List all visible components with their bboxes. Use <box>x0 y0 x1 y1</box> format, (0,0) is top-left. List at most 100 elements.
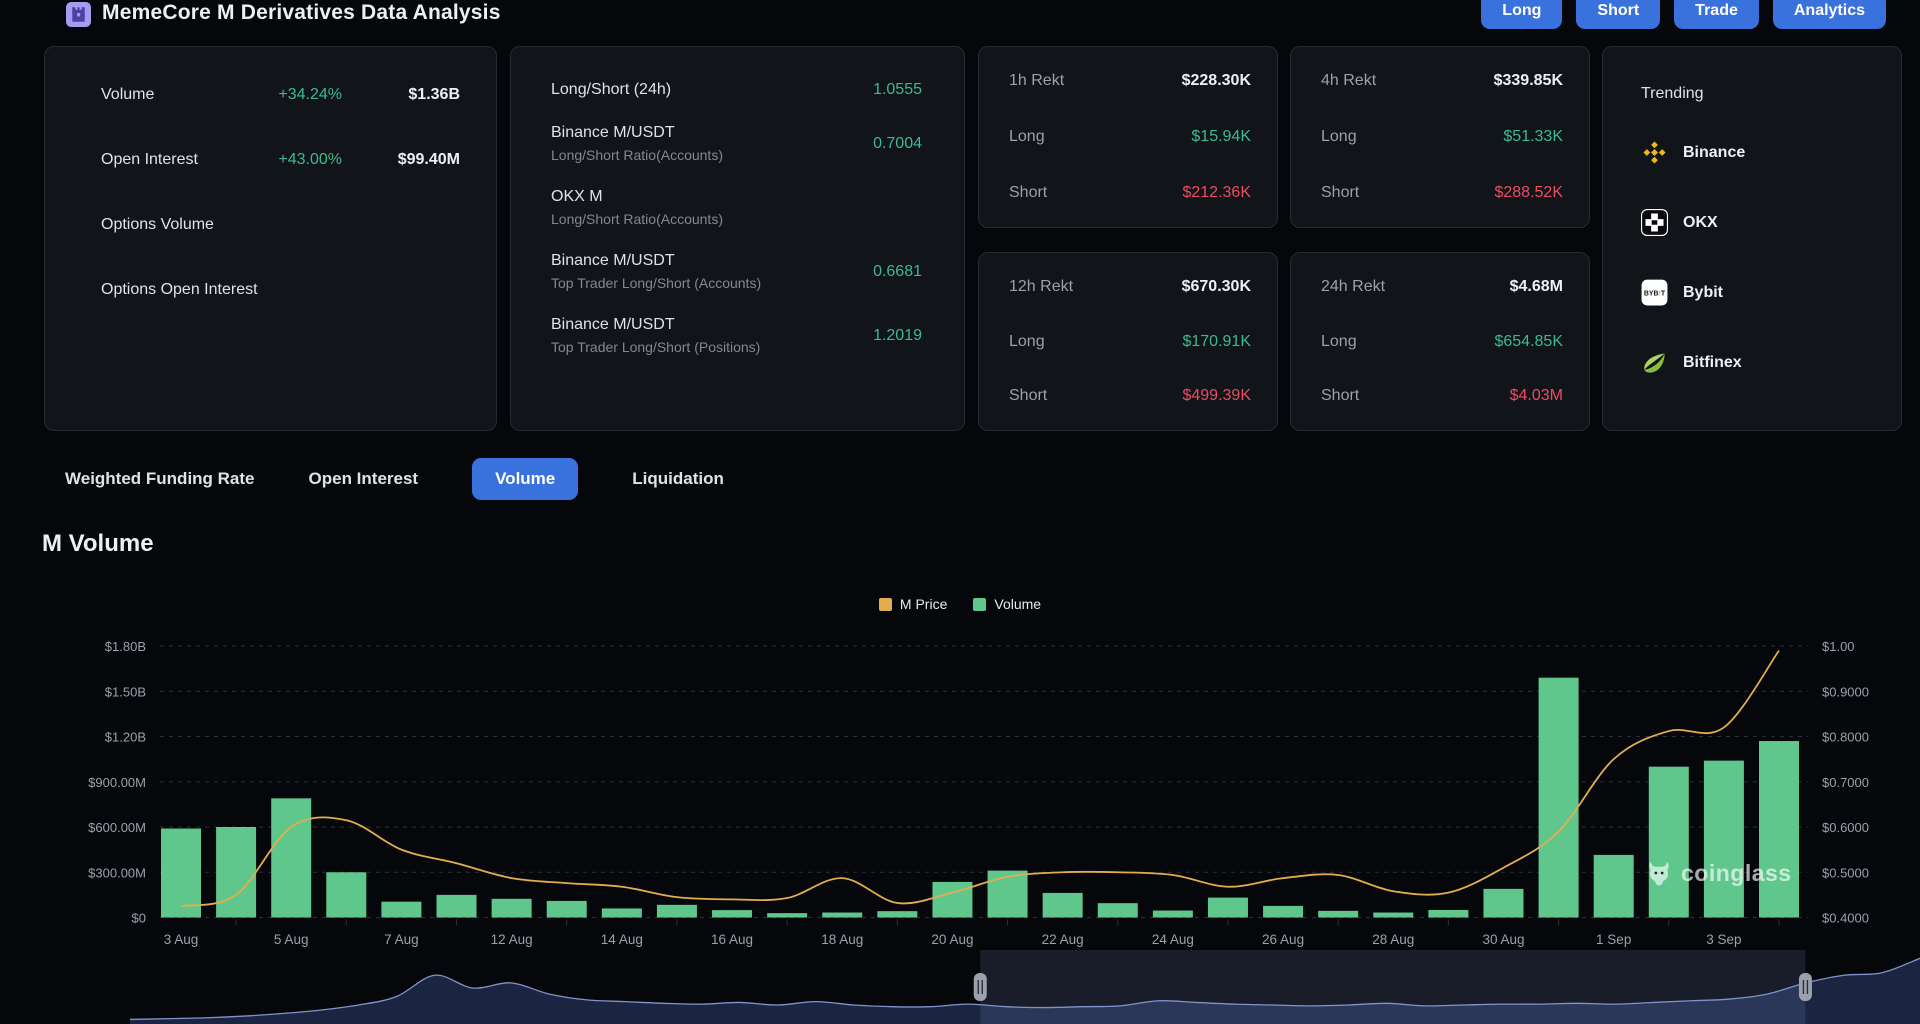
volume-bar <box>1153 911 1193 918</box>
rekt-panel-4h: 4h Rekt$339.85K Long$51.33K Short$288.52… <box>1290 46 1590 228</box>
volume-bar <box>1263 906 1303 918</box>
page-title: MemeCore M Derivatives Data Analysis <box>102 1 501 25</box>
volume-bar <box>1594 855 1634 918</box>
svg-text:$0: $0 <box>132 911 146 926</box>
stat-row-options-volume[interactable]: Options Volume <box>101 216 460 234</box>
volume-bar <box>1043 893 1083 918</box>
volume-bar <box>1759 741 1799 917</box>
stat-change: +43.00% <box>278 151 342 169</box>
trending-item-label: Bitfinex <box>1683 354 1742 372</box>
volume-bar <box>1428 910 1468 918</box>
tab-volume[interactable]: Volume <box>472 458 578 500</box>
tab-open-interest[interactable]: Open Interest <box>309 469 419 489</box>
svg-text:$600.00M: $600.00M <box>88 820 146 835</box>
ratio-title: OKX M <box>551 188 723 206</box>
navigator-handle-right[interactable] <box>1799 973 1812 1001</box>
rekt-panel-1h: 1h Rekt$228.30K Long$15.94K Short$212.36… <box>978 46 1278 228</box>
svg-text:12 Aug: 12 Aug <box>491 932 533 947</box>
rekt-title: 4h Rekt <box>1321 72 1376 90</box>
ratio-title: Binance M/USDT <box>551 252 761 270</box>
volume-bar <box>1704 761 1744 918</box>
stat-row-volume[interactable]: Volume +34.24% $1.36B <box>101 86 460 104</box>
volume-bar <box>326 872 366 917</box>
volume-bar <box>1649 767 1689 918</box>
stat-row-options-open-interest[interactable]: Options Open Interest <box>101 281 460 299</box>
trade-button[interactable]: Trade <box>1674 0 1759 29</box>
volume-bar <box>712 910 752 917</box>
volume-bar <box>492 899 532 918</box>
rekt-panel-12h: 12h Rekt$670.30K Long$170.91K Short$499.… <box>978 252 1278 431</box>
okx-icon <box>1641 209 1668 236</box>
page: MemeCore M Derivatives Data Analysis Lon… <box>0 0 1920 1024</box>
volume-bar <box>932 882 972 918</box>
volume-bar <box>381 902 421 918</box>
volume-bar <box>1539 678 1579 918</box>
ratio-subtitle: Top Trader Long/Short (Accounts) <box>551 275 761 291</box>
trending-item-bybit[interactable]: BYB!T Bybit <box>1641 279 1881 306</box>
ratio-value: 0.7004 <box>873 135 922 153</box>
volume-bar <box>1098 903 1138 917</box>
ratio-value: 1.0555 <box>873 81 922 99</box>
rekt-title: 1h Rekt <box>1009 72 1064 90</box>
svg-text:$0.5000: $0.5000 <box>1822 865 1869 880</box>
svg-text:7 Aug: 7 Aug <box>384 932 419 947</box>
volume-bar <box>437 895 477 918</box>
trending-item-okx[interactable]: OKX <box>1641 209 1881 236</box>
volume-bar <box>1318 911 1358 918</box>
volume-price-chart: $1.80B$1.00$1.50B$0.9000$1.20B$0.8000$90… <box>0 554 1920 1024</box>
svg-text:$0.9000: $0.9000 <box>1822 684 1869 699</box>
svg-text:18 Aug: 18 Aug <box>821 932 863 947</box>
trending-panel: Trending Binance <box>1602 46 1902 431</box>
ratio-row-toptrader-accounts[interactable]: Binance M/USDT Top Trader Long/Short (Ac… <box>551 252 922 291</box>
trending-item-label: Binance <box>1683 144 1745 162</box>
volume-bar <box>161 829 201 918</box>
memecore-castle-icon <box>66 2 91 27</box>
stat-label: Volume <box>101 86 278 104</box>
rekt-short-value: $212.36K <box>1182 184 1251 202</box>
trending-item-binance[interactable]: Binance <box>1641 139 1881 166</box>
volume-bar <box>657 905 697 918</box>
market-stats-panel: Volume +34.24% $1.36B Open Interest +43.… <box>44 46 497 431</box>
ratio-title: Long/Short (24h) <box>551 81 671 99</box>
ratio-title: Binance M/USDT <box>551 124 723 142</box>
tab-liquidation[interactable]: Liquidation <box>632 469 724 489</box>
ratio-subtitle: Top Trader Long/Short (Positions) <box>551 339 760 355</box>
stat-row-open-interest[interactable]: Open Interest +43.00% $99.40M <box>101 151 460 169</box>
navigator-handle-left[interactable] <box>974 973 987 1001</box>
rekt-total: $228.30K <box>1182 72 1251 90</box>
ratio-title: Binance M/USDT <box>551 316 760 334</box>
short-button[interactable]: Short <box>1576 0 1660 29</box>
ratio-row-okx-accounts[interactable]: OKX M Long/Short Ratio(Accounts) <box>551 188 922 227</box>
svg-text:$0.7000: $0.7000 <box>1822 775 1869 790</box>
stat-value: $1.36B <box>356 86 460 104</box>
ratio-row-binance-accounts[interactable]: Binance M/USDT Long/Short Ratio(Accounts… <box>551 124 922 163</box>
navigator-selection[interactable] <box>980 950 1805 1024</box>
volume-bar <box>547 901 587 918</box>
svg-text:$0.6000: $0.6000 <box>1822 820 1869 835</box>
svg-text:$0.8000: $0.8000 <box>1822 730 1869 745</box>
stat-value: $99.40M <box>356 151 460 169</box>
header: MemeCore M Derivatives Data Analysis Lon… <box>0 0 1920 34</box>
svg-text:22 Aug: 22 Aug <box>1042 932 1084 947</box>
rekt-total: $670.30K <box>1182 278 1251 296</box>
svg-text:$300.00M: $300.00M <box>88 865 146 880</box>
stat-label: Options Open Interest <box>101 281 342 299</box>
rekt-title: 12h Rekt <box>1009 278 1073 296</box>
volume-bar <box>822 913 862 918</box>
trending-item-bitfinex[interactable]: Bitfinex <box>1641 349 1881 376</box>
ratio-value: 1.2019 <box>873 327 922 345</box>
svg-text:30 Aug: 30 Aug <box>1482 932 1524 947</box>
trending-title: Trending <box>1641 85 1881 103</box>
ratio-row-longshort-24h[interactable]: Long/Short (24h) 1.0555 <box>551 81 922 99</box>
ratio-row-toptrader-positions[interactable]: Binance M/USDT Top Trader Long/Short (Po… <box>551 316 922 355</box>
stat-label: Open Interest <box>101 151 278 169</box>
long-button[interactable]: Long <box>1481 0 1562 29</box>
svg-text:$1.00: $1.00 <box>1822 639 1855 654</box>
svg-text:20 Aug: 20 Aug <box>931 932 973 947</box>
rekt-short-label: Short <box>1321 184 1359 202</box>
tab-weighted-funding-rate[interactable]: Weighted Funding Rate <box>65 469 255 489</box>
volume-bar <box>602 908 642 917</box>
analytics-button[interactable]: Analytics <box>1773 0 1886 29</box>
svg-text:1 Sep: 1 Sep <box>1596 932 1631 947</box>
rekt-long-value: $170.91K <box>1182 333 1251 351</box>
